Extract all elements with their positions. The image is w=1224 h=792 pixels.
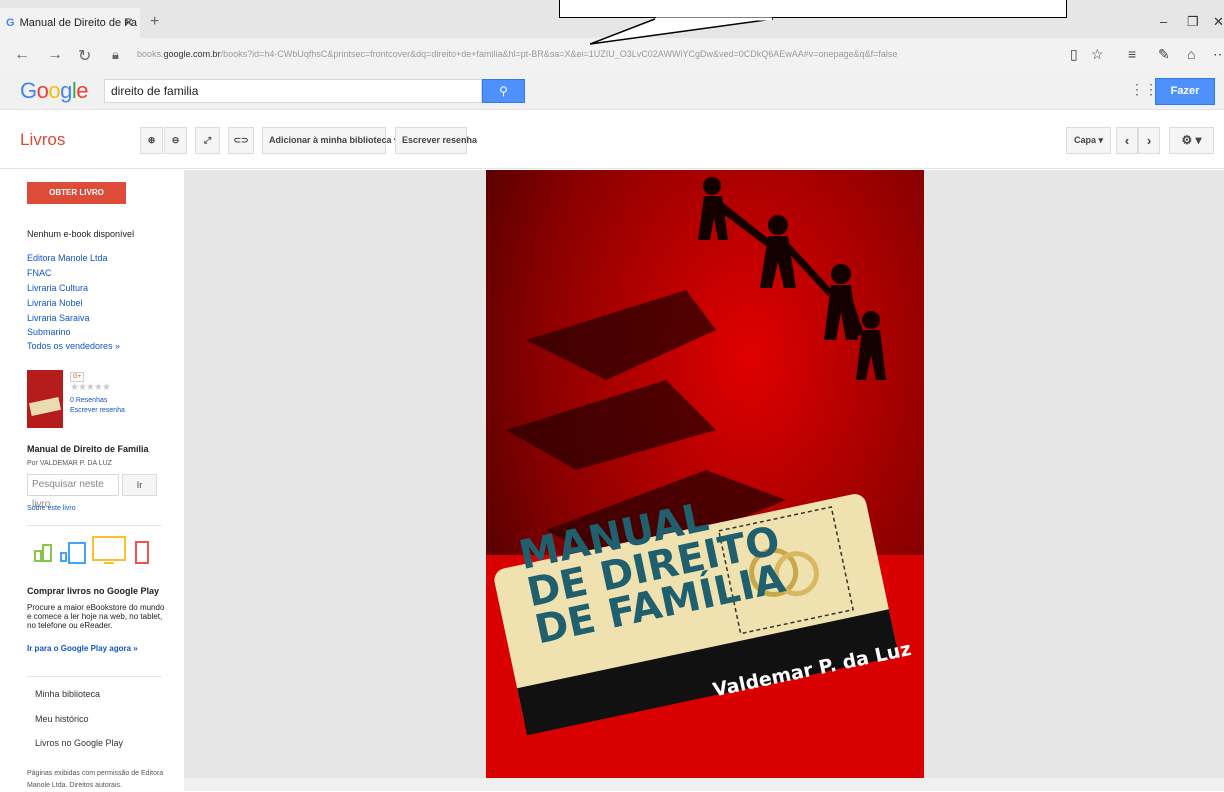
- lock-icon: 🔒︎: [112, 47, 119, 62]
- seller-link[interactable]: Livraria Cultura: [27, 283, 88, 293]
- google-logo[interactable]: Google: [20, 78, 89, 104]
- seller-link[interactable]: Editora Manole Ltda: [27, 253, 108, 263]
- search-icon: ⚲: [499, 84, 508, 98]
- callout-pointer: [590, 17, 774, 45]
- sidebar: OBTER LIVRO IMPRESSO Nenhum e-book dispo…: [0, 170, 183, 791]
- book-viewer[interactable]: MANUAL DE DIREITO DE FAMÍLIA Valdemar P.…: [184, 170, 1224, 791]
- web-note-icon[interactable]: ✎: [1158, 46, 1170, 63]
- menu-google-play-books[interactable]: Livros no Google Play: [35, 738, 123, 748]
- seller-link[interactable]: Livraria Nobel: [27, 298, 83, 308]
- new-tab-button[interactable]: +: [150, 13, 159, 31]
- write-review-link[interactable]: Escrever resenha: [70, 407, 125, 414]
- rating-stars-icon: ★★★★★: [70, 382, 111, 393]
- search-input[interactable]: direito de familia: [104, 79, 482, 103]
- reviews-count-link[interactable]: 0 Resenhas: [70, 397, 107, 404]
- back-icon[interactable]: ←: [14, 46, 30, 64]
- add-to-library-button[interactable]: Adicionar à minha biblioteca ▾: [262, 127, 399, 154]
- menu-my-library[interactable]: Minha biblioteca: [35, 689, 100, 699]
- search-in-book-input[interactable]: Pesquisar neste livro: [27, 474, 119, 510]
- book-cover: MANUAL DE DIREITO DE FAMÍLIA Valdemar P.…: [486, 170, 924, 791]
- login-button[interactable]: Fazer login: [1155, 78, 1215, 122]
- dropdown-arrow-icon: ▾: [1098, 135, 1104, 145]
- forward-icon[interactable]: →: [47, 46, 63, 64]
- divider: [27, 525, 162, 526]
- cover-artwork: [486, 170, 924, 791]
- close-window-icon[interactable]: ✕: [1213, 14, 1224, 30]
- browser-tab[interactable]: G Manual de Direito de Fa ✕: [0, 8, 140, 38]
- previous-page-icon[interactable]: ‹: [1116, 127, 1138, 154]
- menu-my-history[interactable]: Meu histórico: [35, 714, 89, 724]
- share-icon[interactable]: ⌂: [1187, 46, 1195, 62]
- tab-title: Manual de Direito de Fa: [19, 17, 137, 29]
- search-button[interactable]: ⚲: [482, 79, 525, 103]
- view-mode-dropdown[interactable]: Capa ▾: [1066, 127, 1111, 154]
- books-toolbar: Livros ⊕ ⊖ ⤢ ⊂⊃ Adicionar à minha biblio…: [0, 111, 1224, 169]
- zoom-in-icon[interactable]: ⊕: [140, 127, 163, 154]
- google-play-link[interactable]: Ir para o Google Play agora »: [27, 644, 138, 653]
- book-author: Por VALDEMAR P. DA LUZ: [27, 460, 112, 467]
- url-field[interactable]: books.google.com.br/books?id=h4-CWbUqfhs…: [137, 49, 1037, 59]
- buy-printed-book-button[interactable]: OBTER LIVRO IMPRESSO: [27, 182, 126, 219]
- minimize-icon[interactable]: –: [1160, 14, 1167, 29]
- favorite-star-icon[interactable]: ☆: [1091, 46, 1104, 63]
- fullscreen-icon[interactable]: ⤢: [195, 127, 220, 154]
- google-plus-icon[interactable]: G+: [70, 372, 84, 382]
- hub-icon[interactable]: ≡: [1128, 46, 1136, 62]
- horizontal-scrollbar[interactable]: [184, 778, 1224, 791]
- settings-gear-icon[interactable]: ⚙ ▾: [1169, 127, 1214, 154]
- seller-link[interactable]: Submarino: [27, 327, 71, 337]
- about-book-link[interactable]: Sobre este livro: [27, 505, 76, 512]
- reading-view-icon[interactable]: ▯: [1070, 46, 1078, 63]
- more-icon[interactable]: ⋯: [1213, 46, 1224, 63]
- all-sellers-link[interactable]: Todos os vendedores »: [27, 341, 120, 351]
- search-in-book-button[interactable]: Ir: [122, 474, 157, 496]
- copyright-footer: Páginas exibidas com permissão de Editor…: [27, 770, 164, 789]
- no-ebook-label: Nenhum e-book disponível: [27, 229, 135, 239]
- next-page-icon[interactable]: ›: [1138, 127, 1160, 154]
- google-favicon-icon: G: [6, 17, 15, 29]
- book-thumbnail[interactable]: [27, 370, 63, 428]
- zoom-out-icon[interactable]: ⊖: [164, 127, 187, 154]
- close-tab-icon[interactable]: ✕: [123, 8, 134, 38]
- refresh-icon[interactable]: ↻: [78, 46, 91, 66]
- seller-link[interactable]: FNAC: [27, 268, 52, 278]
- restore-icon[interactable]: ❐: [1187, 14, 1199, 30]
- seller-link[interactable]: Livraria Saraiva: [27, 313, 90, 323]
- google-play-heading: Comprar livros no Google Play: [27, 586, 160, 596]
- write-review-button[interactable]: Escrever resenha: [395, 127, 477, 154]
- google-play-description: Procure a maior eBookstore do mundo e co…: [27, 603, 165, 630]
- section-title[interactable]: Livros: [20, 130, 65, 150]
- google-header: Google direito de familia ⚲ ⋮⋮⋮ Fazer lo…: [0, 72, 1224, 122]
- divider: [27, 676, 162, 677]
- link-icon[interactable]: ⊂⊃: [228, 127, 254, 154]
- book-title: Manual de Direito de Família: [27, 444, 149, 454]
